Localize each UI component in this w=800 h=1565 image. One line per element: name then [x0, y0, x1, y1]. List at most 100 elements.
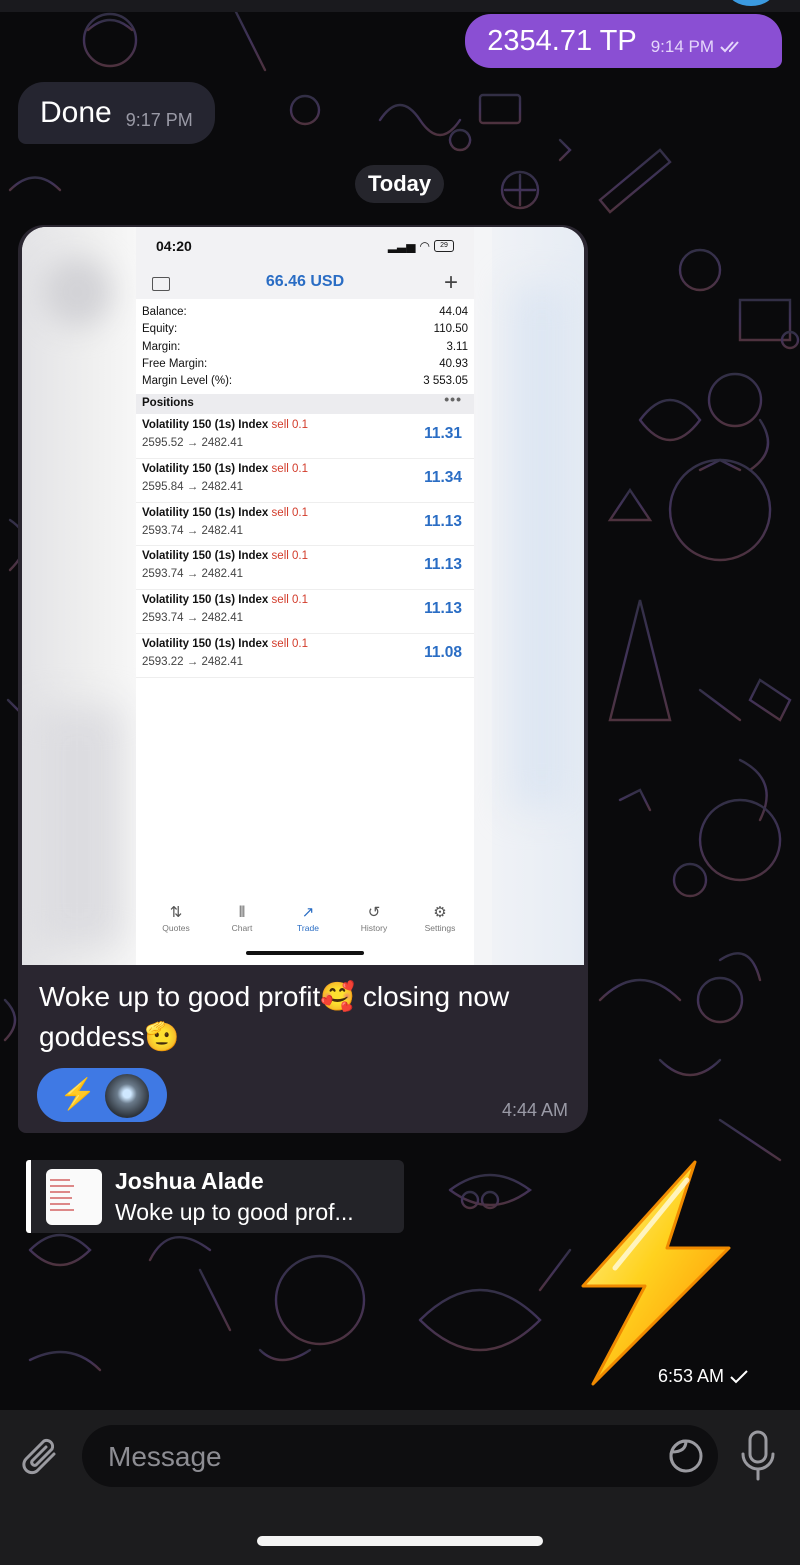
nav-label: Chart: [231, 923, 253, 933]
account-row: Margin: 3.11: [142, 339, 468, 356]
top-edge: [0, 0, 800, 12]
chart-icon: ⫴: [238, 904, 246, 921]
position-side: sell 0.1: [271, 462, 308, 475]
reactor-avatar: [105, 1074, 149, 1118]
position-symbol: Volatility 150 (1s) Index sell 0.1: [142, 506, 308, 519]
position-symbol: Volatility 150 (1s) Index sell 0.1: [142, 594, 308, 607]
nav-item-history: ↺ History: [344, 903, 404, 933]
message-time: 6:53 AM: [658, 1366, 725, 1386]
photo-message-bubble[interactable]: 04:20 ▂▃▅ ◠ 29 66.46 USD + Balance: 44.04…: [18, 225, 588, 1133]
blurred-edge: [492, 227, 584, 965]
lightning-bolt-icon[interactable]: [575, 1160, 735, 1388]
date-separator: Today: [355, 165, 445, 203]
positions-header: Positions •••: [136, 391, 474, 414]
trading-screenshot-image[interactable]: 04:20 ▂▃▅ ◠ 29 66.46 USD + Balance: 44.04…: [22, 227, 584, 965]
message-time: 4:44 AM: [501, 1100, 568, 1120]
account-value: 110.50: [433, 323, 468, 336]
balance-header: 66.46 USD: [265, 273, 345, 290]
avatar[interactable]: [728, 0, 774, 6]
position-prices: 2593.22 → 2482.41: [142, 655, 244, 668]
position-row: Volatility 150 (1s) Index sell 0.1 2593.7…: [136, 590, 474, 634]
account-row: Margin Level (%): 3 553.05: [142, 373, 468, 390]
account-value: 3.11: [446, 340, 468, 353]
single-check-icon: [730, 1369, 748, 1383]
reply-thumbnail: [46, 1169, 102, 1225]
double-check-icon: [720, 41, 739, 53]
position-side: sell 0.1: [271, 506, 308, 519]
positions-label: Positions: [142, 397, 194, 409]
position-profit: 11.34: [424, 468, 462, 486]
position-row: Volatility 150 (1s) Index sell 0.1 2595.8…: [136, 459, 474, 503]
photo-caption: Woke up to good profit🥰 closing now godd…: [39, 981, 510, 1052]
account-summary: Balance: 44.04 Equity: 110.50 Margin: 3.11 Fre…: [142, 304, 468, 390]
reaction-emoji: ⚡: [59, 1078, 97, 1111]
position-profit: 11.31: [424, 425, 462, 442]
home-indicator: [246, 951, 364, 955]
message-meta: 9:14 PM: [651, 37, 746, 57]
screenshot-phone-screen: 04:20 ▂▃▅ ◠ 29 66.46 USD + Balance: 44.04…: [136, 227, 474, 965]
position-row: Volatility 150 (1s) Index sell 0.1 2595.5…: [136, 415, 474, 459]
wifi-icon: ◠: [419, 239, 430, 253]
account-row: Equity: 110.50: [142, 321, 468, 338]
trade-icon: ↗: [301, 904, 315, 921]
nav-item-settings: ⚙ Settings: [410, 903, 470, 933]
account-row: Balance: 44.04: [142, 304, 468, 321]
position-side: sell 0.1: [271, 594, 308, 607]
message-field: [82, 1425, 718, 1489]
position-row: Volatility 150 (1s) Index sell 0.1 2593.2…: [136, 634, 474, 678]
reply-author: Joshua Alade: [115, 1168, 264, 1194]
phone-status-bar: 04:20 ▂▃▅ ◠ 29: [136, 227, 474, 267]
account-row: Free Margin: 40.93: [142, 356, 468, 373]
status-icons: ▂▃▅ ◠ 29: [388, 239, 454, 253]
position-symbol: Volatility 150 (1s) Index sell 0.1: [142, 419, 308, 431]
microphone-icon[interactable]: [738, 1430, 778, 1482]
history-icon: ↺: [367, 904, 381, 921]
home-indicator: [257, 1536, 543, 1546]
nav-item-quotes: ⇅ Quotes: [146, 903, 206, 933]
signal-icon: ▂▃▅: [387, 239, 416, 253]
sticker-icon[interactable]: [668, 1438, 704, 1474]
position-row: Volatility 150 (1s) Index sell 0.1 2593.7…: [136, 503, 474, 547]
reply-preview[interactable]: Joshua Alade Woke up to good prof...: [26, 1160, 404, 1233]
position-prices: 2593.74 → 2482.41: [142, 568, 244, 581]
nav-item-chart: ⫴ Chart: [212, 903, 272, 933]
nav-item-trade: ↗ Trade: [278, 903, 338, 933]
position-side: sell 0.1: [271, 637, 308, 650]
account-value: 3 553.05: [423, 375, 468, 388]
reply-text: Woke up to good prof...: [115, 1199, 354, 1225]
more-icon: •••: [444, 391, 462, 407]
position-profit: 11.13: [424, 512, 462, 530]
position-profit: 11.13: [424, 600, 462, 618]
blurred-edge: [22, 227, 136, 965]
position-prices: 2593.74 → 2482.41: [142, 524, 244, 537]
account-value: 40.93: [439, 357, 468, 370]
status-time: 04:20: [156, 238, 192, 254]
nav-label: Quotes: [162, 923, 190, 933]
position-prices: 2595.52 → 2482.41: [142, 437, 244, 449]
sticker-meta: 6:53 AM: [658, 1366, 748, 1387]
position-profit: 11.08: [424, 643, 462, 661]
paperclip-icon[interactable]: [20, 1432, 64, 1480]
nav-label: Settings: [424, 923, 456, 933]
position-symbol: Volatility 150 (1s) Index sell 0.1: [142, 550, 308, 563]
outgoing-message-bubble[interactable]: 2354.71 TP 9:14 PM: [465, 14, 782, 68]
incoming-message-bubble[interactable]: Done 9:17 PM: [18, 82, 215, 144]
position-profit: 11.13: [424, 556, 462, 574]
reaction-pill[interactable]: ⚡: [37, 1068, 167, 1122]
position-symbol: Volatility 150 (1s) Index sell 0.1: [142, 462, 308, 475]
account-value: 44.04: [439, 306, 468, 318]
position-row: Volatility 150 (1s) Index sell 0.1 2593.7…: [136, 546, 474, 591]
message-text: Done: [40, 96, 112, 129]
message-composer: [0, 1410, 800, 1565]
position-symbol: Volatility 150 (1s) Index sell 0.1: [142, 637, 308, 650]
position-side: sell 0.1: [271, 419, 308, 431]
account-label: Balance:: [142, 306, 187, 318]
plus-icon: +: [443, 269, 458, 296]
account-label: Free Margin:: [142, 357, 208, 370]
account-label: Margin Level (%):: [142, 375, 233, 388]
message-text: 2354.71 TP: [487, 24, 637, 57]
settings-icon: ⚙: [433, 904, 447, 921]
message-input[interactable]: [106, 1425, 650, 1489]
position-side: sell 0.1: [271, 550, 308, 563]
position-prices: 2595.84 → 2482.41: [142, 480, 244, 493]
